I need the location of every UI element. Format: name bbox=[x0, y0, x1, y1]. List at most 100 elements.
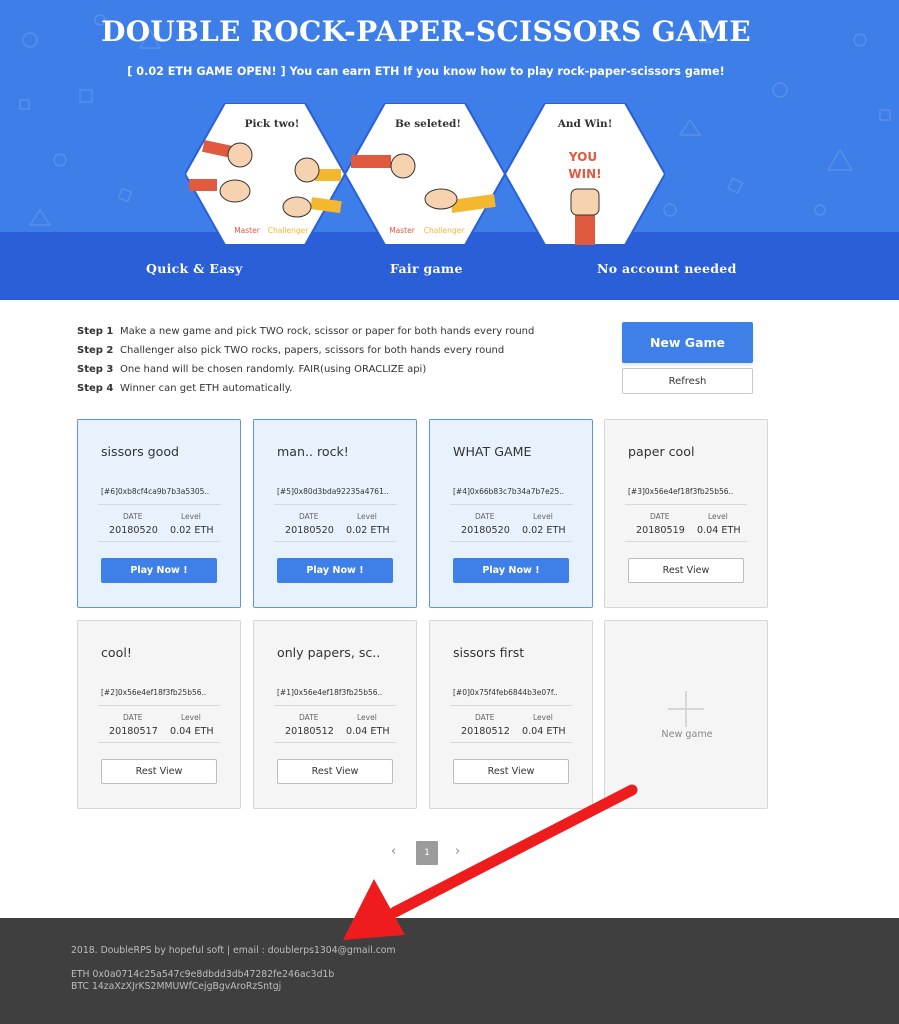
game-address: [#3]0x56e4ef18f3fb25b56.. bbox=[628, 487, 734, 496]
scissors-hand-icon bbox=[424, 188, 458, 210]
rest-view-button[interactable]: Rest View bbox=[628, 558, 744, 583]
pagination-page-current[interactable]: 1 bbox=[416, 841, 438, 865]
pagination-prev-icon[interactable]: ‹ bbox=[391, 844, 396, 859]
challenger-label: Challenger bbox=[424, 226, 465, 235]
page-title: DOUBLE ROCK-PAPER-SCISSORS GAME bbox=[101, 15, 751, 48]
game-card[interactable]: cool! [#2]0x56e4ef18f3fb25b56.. DATE Lev… bbox=[77, 620, 241, 809]
game-date: 20180520 bbox=[285, 525, 334, 536]
game-level: 0.02 ETH bbox=[522, 525, 566, 536]
new-game-label: New game bbox=[661, 729, 713, 740]
fist-icon bbox=[227, 142, 253, 168]
level-label: Level bbox=[357, 713, 377, 722]
game-date: 20180520 bbox=[109, 525, 158, 536]
game-title: sissors first bbox=[453, 645, 525, 660]
fist-icon bbox=[390, 153, 416, 179]
plus-icon bbox=[668, 691, 704, 727]
you-win-text: WIN! bbox=[568, 167, 601, 181]
rest-view-button[interactable]: Rest View bbox=[277, 759, 393, 784]
step-row: Step 3 One hand will be chosen randomly. … bbox=[77, 360, 597, 379]
divider bbox=[98, 705, 220, 706]
game-title: WHAT GAME bbox=[453, 444, 532, 459]
open-hand-icon bbox=[219, 179, 251, 203]
play-now-button[interactable]: Play Now ! bbox=[277, 558, 393, 583]
divider bbox=[625, 541, 747, 542]
footer-btc-address: BTC 14zaXzXJrKS2MMUWfCejgBgvAroRzSntgj bbox=[71, 981, 282, 992]
new-game-card[interactable]: New game bbox=[604, 620, 768, 809]
game-title: paper cool bbox=[628, 444, 695, 459]
footer-credits: 2018. DoubleRPS by hopeful soft | email … bbox=[71, 945, 396, 956]
level-label: Level bbox=[708, 512, 728, 521]
game-level: 0.02 ETH bbox=[170, 525, 214, 536]
game-level: 0.04 ETH bbox=[170, 726, 214, 737]
play-now-button[interactable]: Play Now ! bbox=[101, 558, 217, 583]
how-it-works-illustration: Pick two! Master Challenger Be seleted! … bbox=[185, 103, 665, 245]
game-title: only papers, sc.. bbox=[277, 645, 381, 660]
step-number: Step 4 bbox=[77, 383, 114, 394]
date-label: DATE bbox=[475, 713, 495, 722]
divider bbox=[98, 742, 220, 743]
master-label: Master bbox=[234, 226, 261, 235]
master-label: Master bbox=[389, 226, 416, 235]
play-now-button[interactable]: Play Now ! bbox=[453, 558, 569, 583]
promo-subtitle: [ 0.02 ETH GAME OPEN! ] You can earn ETH… bbox=[127, 65, 725, 78]
hexagon-caption: Be seleted! bbox=[395, 118, 461, 130]
step-text: One hand will be chosen randomly. FAIR(u… bbox=[120, 364, 427, 375]
date-label: DATE bbox=[299, 713, 319, 722]
game-date: 20180520 bbox=[461, 525, 510, 536]
hexagon-caption: And Win! bbox=[557, 118, 613, 130]
divider bbox=[450, 541, 572, 542]
game-card[interactable]: man.. rock! [#5]0x80d3bda92235a4761.. DA… bbox=[253, 419, 417, 608]
level-label: Level bbox=[357, 512, 377, 521]
level-label: Level bbox=[533, 512, 553, 521]
step-row: Step 4 Winner can get ETH automatically. bbox=[77, 379, 597, 398]
game-title: man.. rock! bbox=[277, 444, 349, 459]
instructions: Step 1 Make a new game and pick TWO rock,… bbox=[77, 322, 597, 398]
refresh-button[interactable]: Refresh bbox=[622, 368, 753, 394]
game-address: [#5]0x80d3bda92235a4761.. bbox=[277, 487, 389, 496]
step-row: Step 1 Make a new game and pick TWO rock,… bbox=[77, 322, 597, 341]
step-number: Step 2 bbox=[77, 345, 114, 356]
game-date: 20180519 bbox=[636, 525, 685, 536]
game-card[interactable]: paper cool [#3]0x56e4ef18f3fb25b56.. DAT… bbox=[604, 419, 768, 608]
divider bbox=[274, 504, 396, 505]
hexagon-and-win: And Win! YOU WIN! bbox=[503, 103, 665, 245]
new-game-button[interactable]: New Game bbox=[622, 322, 753, 363]
hexagon-pick-two: Pick two! Master Challenger bbox=[185, 103, 347, 245]
divider bbox=[450, 742, 572, 743]
you-win-text: YOU bbox=[568, 150, 597, 164]
level-label: Level bbox=[533, 713, 553, 722]
game-level: 0.04 ETH bbox=[346, 726, 390, 737]
feature-fair-game: Fair game bbox=[390, 261, 463, 276]
scissors-hand-icon bbox=[282, 196, 312, 218]
rest-view-button[interactable]: Rest View bbox=[101, 759, 217, 784]
hero-banner: DOUBLE ROCK-PAPER-SCISSORS GAME [ 0.02 E… bbox=[0, 0, 899, 300]
raised-fist-icon bbox=[570, 188, 600, 216]
divider bbox=[625, 504, 747, 505]
hexagon-caption: Pick two! bbox=[245, 118, 300, 130]
game-address: [#0]0x75f4feb6844b3e07f.. bbox=[453, 688, 558, 697]
level-label: Level bbox=[181, 713, 201, 722]
date-label: DATE bbox=[123, 512, 143, 521]
divider bbox=[450, 705, 572, 706]
date-label: DATE bbox=[475, 512, 495, 521]
game-title: cool! bbox=[101, 645, 132, 660]
game-title: sissors good bbox=[101, 444, 180, 459]
game-card[interactable]: sissors good [#6]0xb8cf4ca9b7b3a5305.. D… bbox=[77, 419, 241, 608]
divider bbox=[98, 504, 220, 505]
divider bbox=[274, 541, 396, 542]
rest-view-button[interactable]: Rest View bbox=[453, 759, 569, 784]
feature-quick-easy: Quick & Easy bbox=[146, 261, 243, 276]
game-card[interactable]: sissors first [#0]0x75f4feb6844b3e07f.. … bbox=[429, 620, 593, 809]
pagination-next-icon[interactable]: › bbox=[455, 844, 460, 859]
game-level: 0.04 ETH bbox=[697, 525, 741, 536]
game-card[interactable]: only papers, sc.. [#1]0x56e4ef18f3fb25b5… bbox=[253, 620, 417, 809]
date-label: DATE bbox=[299, 512, 319, 521]
divider bbox=[274, 705, 396, 706]
step-text: Challenger also pick TWO rocks, papers, … bbox=[120, 345, 505, 356]
game-card[interactable]: WHAT GAME [#4]0x66b83c7b34a7b7e25.. DATE… bbox=[429, 419, 593, 608]
step-text: Winner can get ETH automatically. bbox=[120, 383, 293, 394]
divider bbox=[98, 541, 220, 542]
game-date: 20180512 bbox=[461, 726, 510, 737]
footer-eth-address: ETH 0x0a0714c25a547c9e8dbdd3db47282fe246… bbox=[71, 969, 335, 980]
challenger-label: Challenger bbox=[268, 226, 309, 235]
